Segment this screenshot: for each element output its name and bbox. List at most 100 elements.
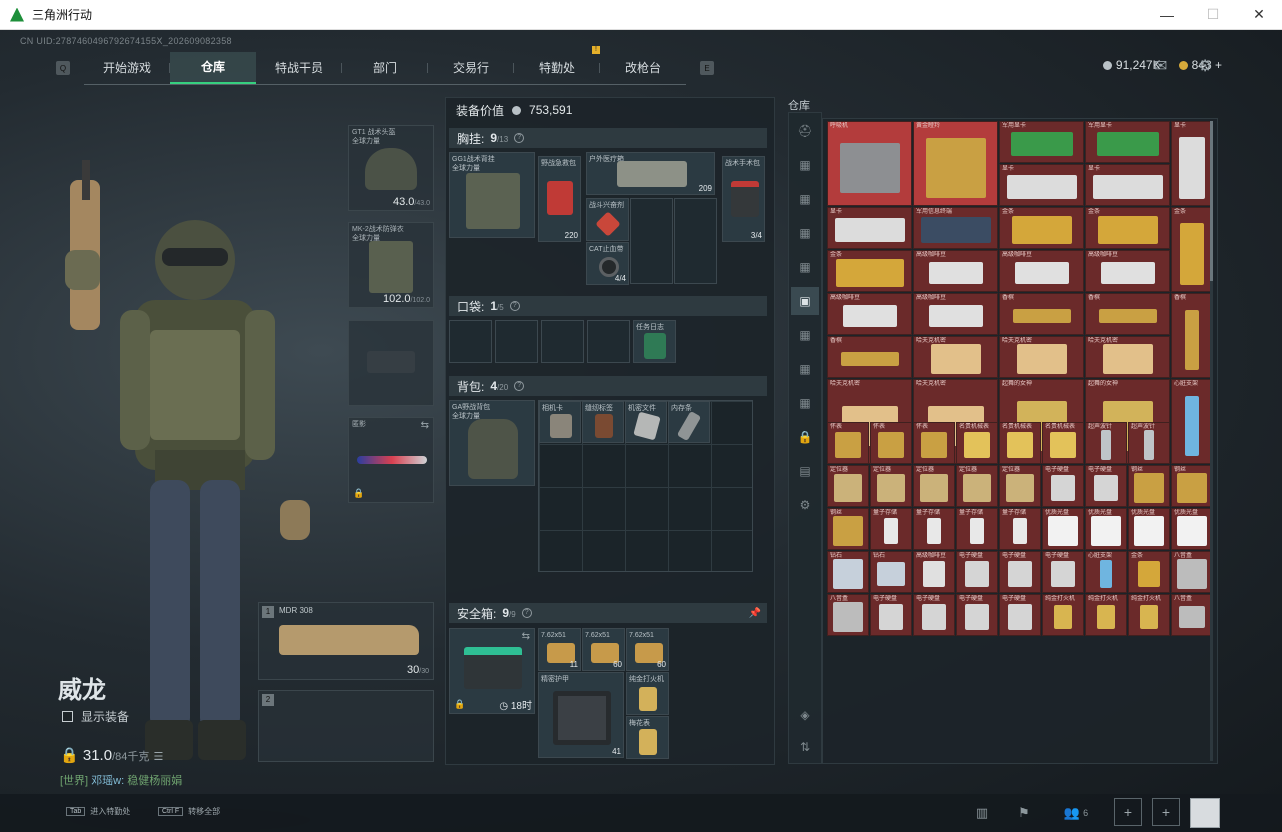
stash-item[interactable]: 高级咖啡豆	[913, 551, 955, 593]
category-settings-icon[interactable]: ⚙	[791, 491, 819, 519]
world-chat-line[interactable]: [世界] 邓瑶w: 稳健杨丽娟	[60, 772, 182, 788]
maximize-button[interactable]: ☐	[1190, 0, 1236, 30]
friends-button[interactable]: 👥 6	[1056, 798, 1096, 828]
stash-item[interactable]: 定位器	[870, 465, 912, 507]
stash-item[interactable]: 高级咖啡豆	[827, 293, 912, 335]
category-collectibles-icon[interactable]: ▣	[791, 287, 819, 315]
stash-item[interactable]: 钢丝	[1171, 465, 1213, 507]
sort-icon[interactable]: ⇅	[791, 733, 819, 761]
stash-item[interactable]: 超声波针	[1085, 422, 1127, 464]
stash-item[interactable]: 纯金打火机	[1128, 594, 1170, 636]
stash-item[interactable]: 显卡	[1171, 121, 1213, 206]
first-aid-kit-item[interactable]: 野战急救包 220	[538, 156, 581, 242]
stash-item[interactable]: 电子硬盘	[1042, 465, 1084, 507]
avatar[interactable]	[1190, 798, 1220, 828]
category-icon[interactable]: ▦	[791, 151, 819, 179]
ammo-item[interactable]: 7.62x51 60	[582, 628, 625, 671]
tab-start-game[interactable]: 开始游戏	[84, 52, 170, 84]
stash-item[interactable]: 优质光盘	[1085, 508, 1127, 550]
stash-item[interactable]: 军用显卡	[1085, 121, 1170, 163]
stash-item[interactable]: 钻石	[827, 551, 869, 593]
stash-item[interactable]: 怀表	[913, 422, 955, 464]
stats-icon[interactable]: ▥	[966, 798, 998, 828]
backpack-slot[interactable]: GA野战背包 全球力量	[449, 400, 535, 486]
stash-item[interactable]: 钢丝	[1128, 465, 1170, 507]
layers-icon[interactable]: ◈	[791, 701, 819, 729]
stash-item[interactable]: 哈夫克机密	[913, 336, 998, 378]
stash-item[interactable]: 名贵机械表	[999, 422, 1041, 464]
sidearm-slot[interactable]	[348, 320, 434, 406]
stash-item[interactable]: 钻石	[870, 551, 912, 593]
swap-icon[interactable]: ⇆	[522, 631, 530, 642]
empty-slot[interactable]	[674, 198, 717, 284]
stash-item[interactable]: 高级咖啡豆	[1085, 250, 1170, 292]
backpack-item[interactable]: 相机卡	[539, 401, 581, 443]
stim-item[interactable]: 战斗兴奋剂	[586, 198, 629, 241]
stash-item[interactable]: 电子硬盘	[1085, 465, 1127, 507]
stash-item[interactable]: 黄金瞪羚	[913, 121, 998, 206]
category-icon[interactable]: ▤	[791, 457, 819, 485]
stash-item[interactable]: 金条	[1128, 551, 1170, 593]
stash-item[interactable]: 电子硬盘	[999, 551, 1041, 593]
category-helmet-icon[interactable]: ⛑	[791, 117, 819, 145]
backpack-item[interactable]: 内存条	[668, 401, 710, 443]
category-icon[interactable]: ▦	[791, 185, 819, 213]
nav-prev-key[interactable]: Q	[56, 61, 70, 75]
stash-item[interactable]: 军用信息终端	[913, 207, 998, 249]
show-equipment-checkbox[interactable]	[62, 711, 73, 722]
stash-item[interactable]: 香槟	[1085, 293, 1170, 335]
stash-item[interactable]: 高级咖啡豆	[999, 250, 1084, 292]
stash-item[interactable]: 军用显卡	[999, 121, 1084, 163]
watch-item[interactable]: 梅花表	[626, 716, 669, 759]
stash-item[interactable]: 高级咖啡豆	[913, 250, 998, 292]
stash-item[interactable]: 电子硬盘	[999, 594, 1041, 636]
stash-item[interactable]: 呼吸机	[827, 121, 912, 206]
category-icon[interactable]: ▦	[791, 253, 819, 281]
stash-item[interactable]: 金条	[827, 250, 912, 292]
settings-gear-icon[interactable]: ⚙	[1198, 56, 1212, 76]
stash-item[interactable]: 金条	[1085, 207, 1170, 249]
stash-grid[interactable]: 呼吸机 黄金瞪羚 军用显卡 军用显卡 显卡 显卡 显卡 军用信息终端 显卡 金条 金条 金条 金条 高级咖…	[827, 121, 1213, 636]
secondary-weapon-slot[interactable]: 2	[258, 690, 434, 762]
stash-item[interactable]: 怀表	[827, 422, 869, 464]
stash-item[interactable]: 量子存储	[870, 508, 912, 550]
stash-item[interactable]: 哈夫克机密	[1085, 336, 1170, 378]
stash-item[interactable]: 香槟	[1171, 293, 1213, 378]
stash-item[interactable]: 怀表	[870, 422, 912, 464]
close-button[interactable]: ✕	[1236, 0, 1282, 30]
add-gold-button[interactable]: +	[1215, 58, 1222, 72]
add-party-button[interactable]: +	[1152, 798, 1180, 826]
stash-item[interactable]: 优质光盘	[1128, 508, 1170, 550]
stash-item[interactable]: 名贵机械表	[1042, 422, 1084, 464]
minimize-button[interactable]: —	[1144, 0, 1190, 30]
backpack-item[interactable]: 机密文件	[625, 401, 667, 443]
stash-item[interactable]: 香槟	[999, 293, 1084, 335]
tab-department[interactable]: 部门	[342, 52, 428, 84]
transfer-all-hotkey[interactable]: Ctrl F 转移全部	[158, 806, 220, 817]
help-icon[interactable]: ?	[521, 608, 532, 618]
stash-item[interactable]: 香槟	[827, 336, 912, 378]
stash-item[interactable]: 显卡	[999, 164, 1084, 206]
melee-slot[interactable]: 匿影 ⇆ 🔒	[348, 417, 434, 503]
pocket-slot[interactable]	[495, 320, 538, 363]
stash-item[interactable]: 电子硬盘	[956, 594, 998, 636]
stash-item[interactable]: 显卡	[827, 207, 912, 249]
show-equipment-toggle[interactable]: 显示装备	[62, 708, 129, 725]
stash-item[interactable]: 八音盒	[827, 594, 869, 636]
outdoor-medkit-item[interactable]: 户外医疗箱 209	[586, 152, 715, 195]
stash-item[interactable]: 心脏支架	[1171, 379, 1213, 464]
list-icon[interactable]: ☰	[154, 751, 164, 763]
stash-item[interactable]: 量子存储	[956, 508, 998, 550]
ammo-item[interactable]: 7.62x51 60	[626, 628, 669, 671]
category-icon[interactable]: ▦	[791, 321, 819, 349]
pocket-slot[interactable]	[449, 320, 492, 363]
scrollbar-thumb[interactable]	[1210, 121, 1213, 281]
stash-item[interactable]: 量子存储	[999, 508, 1041, 550]
category-lock-icon[interactable]: 🔒	[791, 423, 819, 451]
stash-item[interactable]: 优质光盘	[1042, 508, 1084, 550]
help-icon[interactable]: ?	[514, 381, 525, 391]
safe-box-slot[interactable]: ⇆ 🔒 ◷ 18时	[449, 628, 535, 714]
stash-item[interactable]: 金条	[1171, 207, 1213, 292]
mission-log-item[interactable]: 任务日志	[633, 320, 676, 363]
stash-item[interactable]: 超声波针	[1128, 422, 1170, 464]
